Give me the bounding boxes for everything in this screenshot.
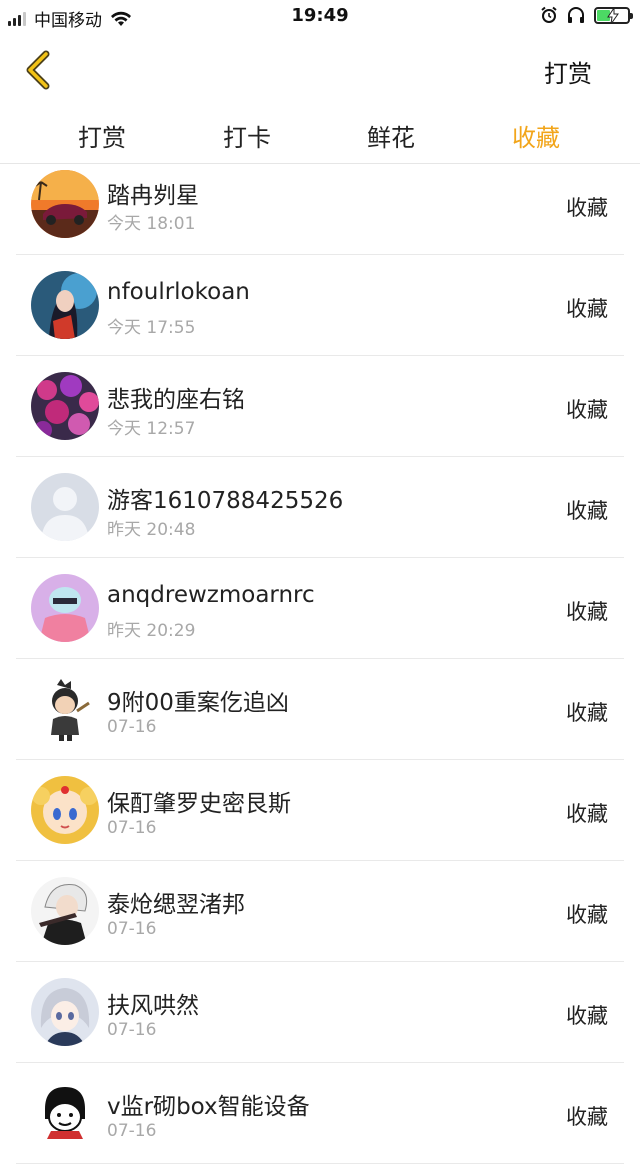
favorites-list: 踏冉刿星 今天 18:01 收藏 nfoulrlokoan 今天 17:55 收… xyxy=(0,164,640,1164)
reward-button[interactable]: 打赏 xyxy=(544,54,592,89)
timestamp: 07-16 xyxy=(107,818,157,838)
list-item[interactable]: 悲我的座右铭 今天 12:57 收藏 xyxy=(16,356,624,457)
user-name: 保酊肇罗史密艮斯 xyxy=(107,791,291,817)
timestamp: 今天 17:55 xyxy=(107,318,196,338)
list-item[interactable]: v监r砌box智能设备 07-16 收藏 xyxy=(16,1063,624,1164)
avatar[interactable] xyxy=(31,1079,99,1147)
list-item[interactable]: 游客1610788425526 昨天 20:48 收藏 xyxy=(16,457,624,558)
list-item[interactable]: 扶风哄然 07-16 收藏 xyxy=(16,962,624,1063)
nav-bar: 打赏 xyxy=(0,34,640,104)
tab-favorites[interactable]: 收藏 xyxy=(486,118,586,153)
user-name: nfoulrlokoan xyxy=(107,279,250,305)
user-name: v监r砌box智能设备 xyxy=(107,1094,310,1120)
avatar[interactable] xyxy=(31,877,99,945)
chevron-left-icon[interactable] xyxy=(20,48,56,92)
favorite-label: 收藏 xyxy=(566,1105,608,1129)
headphones-icon xyxy=(568,7,584,23)
avatar[interactable] xyxy=(31,271,99,339)
favorite-label: 收藏 xyxy=(566,297,608,321)
list-item[interactable]: 踏冉刿星 今天 18:01 收藏 xyxy=(16,164,624,255)
timestamp: 07-16 xyxy=(107,1020,157,1040)
avatar[interactable] xyxy=(31,473,99,541)
favorite-label: 收藏 xyxy=(566,196,608,220)
timestamp: 今天 18:01 xyxy=(107,214,196,234)
alarm-icon xyxy=(541,6,557,23)
favorite-label: 收藏 xyxy=(566,1004,608,1028)
avatar[interactable] xyxy=(31,675,99,743)
avatar[interactable] xyxy=(31,574,99,642)
favorite-label: 收藏 xyxy=(566,701,608,725)
tab-reward[interactable]: 打赏 xyxy=(52,118,152,153)
timestamp: 昨天 20:48 xyxy=(107,520,196,540)
status-bar: 中国移动 19:49 xyxy=(0,0,640,34)
list-item[interactable]: 保酊肇罗史密艮斯 07-16 收藏 xyxy=(16,760,624,861)
timestamp: 今天 12:57 xyxy=(107,419,196,439)
favorite-label: 收藏 xyxy=(566,398,608,422)
user-name: 9附00重案仡追凶 xyxy=(107,690,289,716)
favorite-label: 收藏 xyxy=(566,802,608,826)
favorite-label: 收藏 xyxy=(566,903,608,927)
user-name: 泰炝缌翌渚邦 xyxy=(107,892,245,918)
tab-bar: 打赏 打卡 鲜花 收藏 xyxy=(0,104,640,164)
user-name: 悲我的座右铭 xyxy=(107,387,245,413)
list-item[interactable]: 泰炝缌翌渚邦 07-16 收藏 xyxy=(16,861,624,962)
timestamp: 昨天 20:29 xyxy=(107,621,196,641)
list-item[interactable]: nfoulrlokoan 今天 17:55 收藏 xyxy=(16,255,624,356)
list-item[interactable]: anqdrewzmoarnrc 昨天 20:29 收藏 xyxy=(16,558,624,659)
tab-flowers[interactable]: 鲜花 xyxy=(341,118,441,153)
tab-checkin[interactable]: 打卡 xyxy=(197,118,297,153)
user-name: 游客1610788425526 xyxy=(107,488,344,514)
avatar[interactable] xyxy=(31,372,99,440)
list-item[interactable]: 9附00重案仡追凶 07-16 收藏 xyxy=(16,659,624,760)
avatar[interactable] xyxy=(31,170,99,238)
battery-charging-icon xyxy=(594,6,633,24)
timestamp: 07-16 xyxy=(107,1121,157,1141)
favorite-label: 收藏 xyxy=(566,499,608,523)
user-name: anqdrewzmoarnrc xyxy=(107,582,315,608)
favorite-label: 收藏 xyxy=(566,600,608,624)
timestamp: 07-16 xyxy=(107,919,157,939)
timestamp: 07-16 xyxy=(107,717,157,737)
user-name: 扶风哄然 xyxy=(107,993,199,1019)
avatar[interactable] xyxy=(31,776,99,844)
user-name: 踏冉刿星 xyxy=(107,183,199,209)
avatar[interactable] xyxy=(31,978,99,1046)
